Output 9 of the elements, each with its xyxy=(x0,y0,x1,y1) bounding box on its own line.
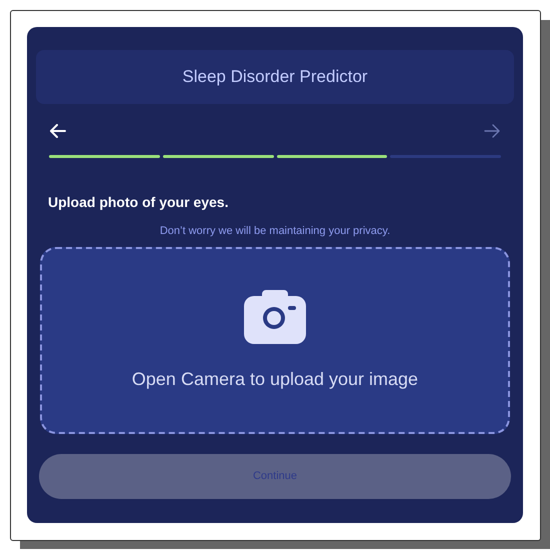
camera-upload-area[interactable]: Open Camera to upload your image xyxy=(40,246,510,434)
privacy-note: Don’t worry we will be maintaining your privacy. xyxy=(158,224,392,239)
app-title: Sleep Disorder Predictor xyxy=(182,66,368,88)
camera-icon xyxy=(244,288,306,344)
upload-label: Open Camera to upload your image xyxy=(132,368,418,391)
right-arrow-icon xyxy=(484,124,500,138)
upload-heading: Upload photo of your eyes. xyxy=(47,193,230,212)
back-button[interactable] xyxy=(48,121,68,141)
left-arrow-icon xyxy=(50,124,66,138)
